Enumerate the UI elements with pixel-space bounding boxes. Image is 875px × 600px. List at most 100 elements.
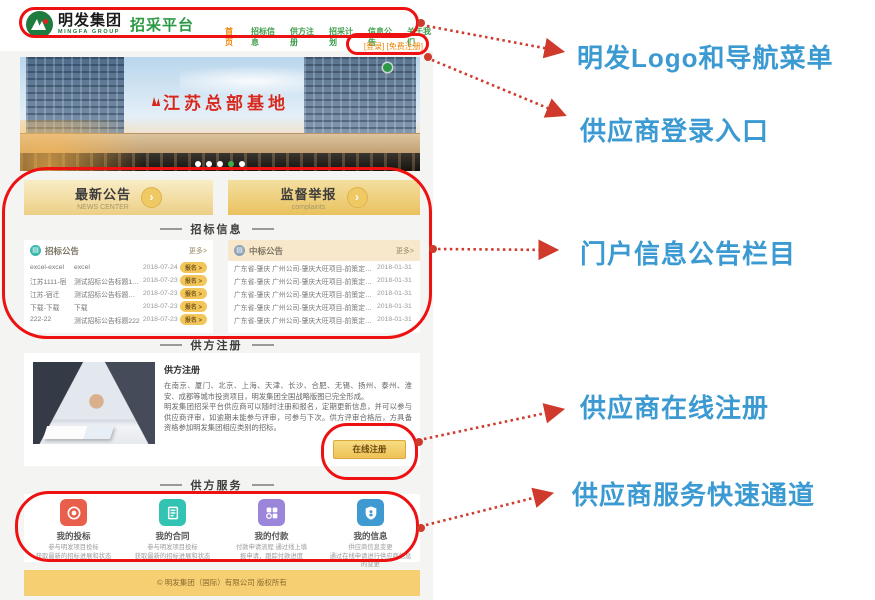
title-dash — [252, 228, 274, 230]
complaints-title: 监督举报 — [280, 184, 336, 203]
row-region: 下载-下载 — [30, 302, 74, 312]
callout-dot — [424, 53, 432, 61]
callout-dot — [415, 438, 423, 446]
title-dash — [160, 228, 182, 230]
signup-button[interactable]: 报名 > — [180, 301, 207, 312]
table-row[interactable]: 广东省-肇庆 广州公司-肇庆大旺项目-前策定位... 2018-01-31 — [228, 261, 420, 274]
row-title: 广东省-肇庆 广州公司-肇庆大旺项目-前策定位... — [234, 302, 377, 312]
platform-name: 招采平台 — [130, 14, 194, 35]
table-row[interactable]: 下载-下载 下载 2018-07-23 报名 > — [24, 300, 213, 313]
callout-dot — [417, 524, 425, 532]
online-register-button[interactable]: 在线注册 — [333, 440, 406, 459]
banner-building-logo-icon — [383, 63, 392, 72]
table-row[interactable]: excel-excel excel 2018-07-24 报名 > — [24, 261, 213, 274]
title-dash — [160, 484, 182, 486]
signup-button[interactable]: 报名 > — [180, 314, 207, 325]
document-icon: ▤ — [30, 245, 41, 256]
nav-item-procurement-plan[interactable]: 招采计划 — [329, 26, 355, 48]
row-date: 2018-01-31 — [377, 316, 414, 323]
table-row[interactable]: 222-22 测试招标公告标题222 2018-07-23 报名 > — [24, 313, 213, 326]
news-center-subtitle: NEWS CENTER — [75, 204, 131, 211]
row-title: 广东省-肇庆 广州公司-肇庆大旺项目-前策定位... — [234, 289, 377, 299]
target-icon — [60, 499, 87, 526]
callout-dot — [417, 19, 425, 27]
supplier-register-card: 供方注册 在南京、厦门、北京、上海、天津、长沙、合肥、无锡、扬州、泰州、淮安、成… — [24, 353, 420, 466]
section-title-text: 招标信息 — [191, 224, 243, 236]
banner-headline-text: 江苏总部基地 — [163, 94, 289, 113]
carousel-dots — [20, 161, 420, 167]
register-text-block: 供方注册 在南京、厦门、北京、上海、天津、长沙、合肥、无锡、扬州、泰州、淮安、成… — [164, 363, 412, 434]
title-dash — [252, 344, 274, 346]
annotation-online-register: 供应商在线注册 — [580, 388, 769, 425]
news-center-button[interactable]: 最新公告 NEWS CENTER › — [24, 180, 213, 215]
service-name: 我的信息 — [321, 530, 420, 542]
row-date: 2018-07-23 — [143, 290, 180, 297]
hero-banner[interactable]: 江苏总部基地 — [20, 57, 420, 171]
signup-button[interactable]: 报名 > — [180, 288, 207, 299]
row-region: 江苏1111-宿 — [30, 276, 74, 286]
service-my-bids[interactable]: 我的投标 参与明发项目投标获取最新的招标进展和状态 — [24, 494, 123, 562]
mingfa-logo-icon — [26, 11, 53, 38]
carousel-dot[interactable] — [206, 161, 212, 167]
banner-headline: 江苏总部基地 — [20, 89, 420, 114]
service-name: 我的付款 — [222, 530, 321, 542]
service-desc: 供应商信息变更通过在线申请进行供应商信息的变更 — [321, 544, 420, 570]
tender-board-title: 招标公告 — [45, 245, 79, 257]
row-date: 2018-01-31 — [377, 290, 414, 297]
title-dash — [160, 344, 182, 346]
nav-item-supplier-register[interactable]: 供方注册 — [290, 26, 316, 48]
signup-button[interactable]: 报名 > — [180, 262, 207, 273]
tender-announcement-board: ▤ 招标公告 更多> excel-excel excel 2018-07-24 … — [24, 240, 213, 333]
annotation-logo-nav: 明发Logo和导航菜单 — [577, 38, 834, 75]
service-my-info[interactable]: 我的信息 供应商信息变更通过在线申请进行供应商信息的变更 — [321, 494, 420, 562]
brand-name-en: MINGFA GROUP — [58, 30, 122, 36]
row-date: 2018-07-23 — [143, 303, 180, 310]
service-desc: 参与明发项目投标获取最新的招标进展和状态 — [123, 544, 222, 561]
table-row[interactable]: 广东省-肇庆 广州公司-肇庆大旺项目-前策定位... 2018-01-31 — [228, 287, 420, 300]
service-my-payments[interactable]: 我的付款 付款申请流程 通过线上填报申请，跟踪付款进度 — [222, 494, 321, 562]
carousel-dot-active[interactable] — [228, 161, 234, 167]
service-desc: 参与明发项目投标获取最新的招标进展和状态 — [24, 544, 123, 561]
annotation-portal-info: 门户信息公告栏目 — [580, 234, 796, 271]
carousel-dot[interactable] — [195, 161, 201, 167]
row-region: 江苏-宿迁 — [30, 289, 74, 299]
table-row[interactable]: 广东省-肇庆 广州公司-肇庆大旺项目-前策定位... 2018-01-31 — [228, 274, 420, 287]
nav-item-tender-info[interactable]: 招标信息 — [251, 26, 277, 48]
arrow-circle-icon: › — [347, 187, 368, 208]
service-my-contracts[interactable]: 我的合同 参与明发项目投标获取最新的招标进展和状态 — [123, 494, 222, 562]
table-row[interactable]: 江苏1111-宿 测试招标公告标题1111 2018-07-23 报名 > — [24, 274, 213, 287]
site-header: 明发集团 MINGFA GROUP 招采平台 首页 招标信息 供方注册 招采计划… — [0, 0, 433, 51]
annotation-supplier-login: 供应商登录入口 — [580, 111, 769, 148]
row-title: 广东省-肇庆 广州公司-肇庆大旺项目-前策定位... — [234, 315, 377, 325]
row-title: 测试招标公告标题222 — [74, 315, 143, 325]
row-region: excel-excel — [30, 264, 74, 271]
carousel-dot[interactable] — [217, 161, 223, 167]
mingfa-logo[interactable]: 明发集团 MINGFA GROUP 招采平台 — [26, 11, 194, 38]
payment-blocks-icon — [258, 499, 285, 526]
signup-button[interactable]: 报名 > — [180, 275, 207, 286]
row-title: 测试招标公告标题附件 — [74, 289, 143, 299]
carousel-dot[interactable] — [239, 161, 245, 167]
row-date: 2018-07-23 — [143, 277, 180, 284]
section-title-register: 供方注册 — [0, 337, 433, 353]
handshake-photo — [33, 362, 155, 444]
news-center-title: 最新公告 — [75, 184, 131, 203]
section-title-text: 供方注册 — [191, 340, 243, 352]
complaints-button[interactable]: 监督举报 complaints › — [228, 180, 420, 215]
nav-item-home[interactable]: 首页 — [225, 26, 238, 48]
table-row[interactable]: 江苏-宿迁 测试招标公告标题附件 2018-07-23 报名 > — [24, 287, 213, 300]
register-paragraph-1: 在南京、厦门、北京、上海、天津、长沙、合肥、无锡、扬州、泰州、淮安、成都等城市投… — [164, 381, 412, 402]
award-board-header: ▤ 中标公告 更多> — [228, 240, 420, 261]
copyright-footer: © 明发集团（国际）有限公司 版权所有 — [24, 570, 420, 596]
award-board-title: 中标公告 — [249, 245, 283, 257]
title-dash — [252, 484, 274, 486]
tender-board-more-link[interactable]: 更多> — [189, 246, 207, 256]
row-date: 2018-07-23 — [143, 316, 180, 323]
login-register-links[interactable]: [登录] [免费注册] — [364, 41, 423, 52]
callout-dot — [429, 245, 437, 253]
banner-sign-logo-icon — [151, 97, 161, 110]
award-board-more-link[interactable]: 更多> — [396, 246, 414, 256]
table-row[interactable]: 广东省-肇庆 广州公司-肇庆大旺项目-前策定位... 2018-01-31 — [228, 313, 420, 326]
table-row[interactable]: 广东省-肇庆 广州公司-肇庆大旺项目-前策定位... 2018-01-31 — [228, 300, 420, 313]
row-title: 下载 — [74, 302, 143, 312]
